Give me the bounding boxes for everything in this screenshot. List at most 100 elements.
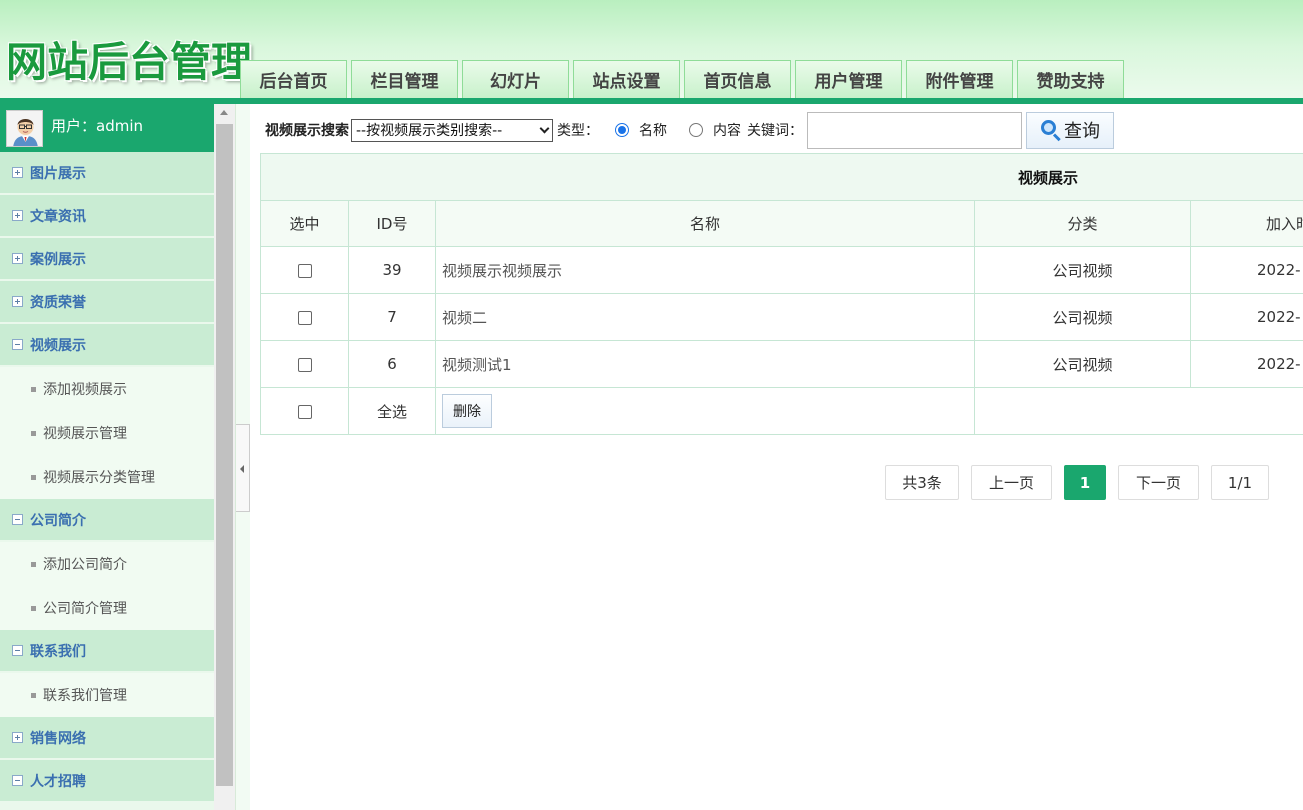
table-row: 6 视频测试1 公司视频 2022- — [260, 340, 1303, 388]
menu-group-honors[interactable]: 资质荣誉 — [0, 281, 214, 324]
row-name[interactable]: 视频二 — [435, 293, 975, 341]
menu-group-sales[interactable]: 销售网络 — [0, 717, 214, 760]
topnav-item-columns[interactable]: 栏目管理 — [351, 60, 458, 98]
topnav-item-attachments[interactable]: 附件管理 — [906, 60, 1013, 98]
menu-item-label: 视频展示管理 — [43, 426, 127, 442]
menu-item-video-category[interactable]: 视频展示分类管理 — [0, 455, 214, 499]
scroll-up-arrow-icon[interactable] — [220, 110, 228, 115]
menu-group-contact[interactable]: 联系我们 — [0, 630, 214, 673]
bullet-icon — [31, 692, 36, 698]
row-date: 2022- — [1189, 246, 1303, 294]
menu-group-label: 联系我们 — [30, 643, 86, 660]
table-action-row: 全选 删除 — [260, 387, 1303, 435]
menu-group-label: 销售网络 — [30, 730, 86, 747]
expand-icon — [12, 732, 23, 743]
menu-item-label: 添加视频展示 — [43, 382, 127, 398]
scrollbar-thumb[interactable] — [216, 124, 233, 786]
search-title: 视频展示搜索 — [265, 123, 349, 139]
category-select-value: --按视频展示类别搜索-- — [356, 123, 503, 139]
row-category: 公司视频 — [974, 340, 1191, 388]
menu-group-articles[interactable]: 文章资讯 — [0, 195, 214, 238]
search-button[interactable]: 查询 — [1026, 111, 1114, 149]
menu-group-label: 视频展示 — [30, 337, 86, 354]
topnav-item-slides[interactable]: 幻灯片 — [462, 60, 569, 98]
expand-icon — [12, 167, 23, 178]
menu-group-label: 文章资讯 — [30, 208, 86, 225]
menu-item-company-manage[interactable]: 公司简介管理 — [0, 586, 214, 630]
menu-group-label: 资质荣誉 — [30, 294, 86, 311]
menu-item-add-company[interactable]: 添加公司简介 — [0, 542, 214, 586]
user-label: 用户：admin — [51, 116, 143, 135]
row-select-cell — [260, 246, 349, 294]
row-name[interactable]: 视频测试1 — [435, 340, 975, 388]
menu-item-label: 视频展示分类管理 — [43, 470, 155, 486]
type-label: 类型： — [557, 123, 599, 139]
radio-name-label: 名称 — [639, 123, 667, 139]
pager-prev-button[interactable]: 上一页 — [971, 465, 1052, 500]
menu-group-company[interactable]: 公司简介 — [0, 499, 214, 542]
row-date: 2022- — [1189, 293, 1303, 341]
select-all-cell — [260, 387, 349, 435]
menu-item-label: 联系我们管理 — [43, 688, 127, 704]
radio-content[interactable] — [689, 123, 703, 137]
topnav-item-home[interactable]: 后台首页 — [240, 60, 347, 98]
search-icon — [1040, 119, 1062, 142]
menu-item-video-manage[interactable]: 视频展示管理 — [0, 411, 214, 455]
bullet-icon — [31, 561, 36, 567]
user-avatar-icon — [7, 110, 42, 146]
header: 网站后台管理 后台首页 栏目管理 幻灯片 站点设置 首页信息 用户管理 附件管理… — [0, 0, 1303, 104]
chevron-down-icon — [539, 123, 550, 133]
category-select[interactable]: --按视频展示类别搜索-- — [351, 118, 553, 142]
row-checkbox[interactable] — [297, 263, 312, 278]
menu-group-label: 公司简介 — [30, 512, 86, 529]
video-table: 视频展示 选中 ID号 名称 分类 加入时 39 视频展示视频展示 公司视频 2… — [259, 153, 1303, 435]
keyword-input[interactable] — [807, 111, 1022, 149]
keyword-label: 关键词： — [747, 123, 803, 139]
menu-group-cases[interactable]: 案例展示 — [0, 238, 214, 281]
row-category: 公司视频 — [974, 293, 1191, 341]
bullet-icon — [31, 474, 36, 480]
menu-group-label: 人才招聘 — [30, 773, 86, 790]
row-id: 39 — [348, 246, 436, 294]
topnav-item-sponsor[interactable]: 赞助支持 — [1017, 60, 1124, 98]
menu-group-jobs[interactable]: 人才招聘 — [0, 760, 214, 803]
row-name[interactable]: 视频展示视频展示 — [435, 246, 975, 294]
pager-next-button[interactable]: 下一页 — [1118, 465, 1199, 500]
collapse-icon — [12, 775, 23, 786]
pager-page-count: 1/1 — [1211, 465, 1269, 500]
empty-cell — [973, 387, 1303, 435]
row-id: 7 — [348, 293, 436, 341]
row-checkbox[interactable] — [297, 357, 312, 372]
menu-group-videos[interactable]: 视频展示 — [0, 324, 214, 367]
delete-button[interactable]: 删除 — [442, 394, 492, 428]
arrow-left-icon — [240, 465, 244, 473]
row-date: 2022- — [1189, 340, 1303, 388]
row-checkbox[interactable] — [297, 310, 312, 325]
avatar — [6, 109, 43, 147]
topnav-item-site-settings[interactable]: 站点设置 — [573, 60, 680, 98]
user-bar: 用户：admin — [0, 104, 214, 152]
collapse-icon — [12, 339, 23, 350]
bullet-icon — [31, 605, 36, 611]
radio-name[interactable] — [615, 123, 629, 137]
bullet-icon — [31, 386, 36, 392]
menu-item-contact-manage[interactable]: 联系我们管理 — [0, 673, 214, 717]
main-content: 视频展示搜索 --按视频展示类别搜索-- 类型： 名称 内容 关键词： 查询 视… — [250, 104, 1303, 810]
collapse-sidebar-handle[interactable] — [236, 424, 250, 512]
search-bar: 视频展示搜索 --按视频展示类别搜索-- 类型： 名称 内容 关键词： 查询 — [265, 110, 1114, 150]
pager-total: 共3条 — [885, 465, 959, 500]
table-caption: 视频展示 — [259, 153, 1303, 201]
topnav-item-home-info[interactable]: 首页信息 — [684, 60, 791, 98]
menu-group-images[interactable]: 图片展示 — [0, 152, 214, 195]
row-select-cell — [260, 293, 349, 341]
topnav-item-users[interactable]: 用户管理 — [795, 60, 902, 98]
select-all-checkbox[interactable] — [297, 404, 312, 419]
radio-content-label: 内容 — [713, 123, 741, 139]
sidebar-scrollbar[interactable] — [214, 104, 235, 810]
table-row: 39 视频展示视频展示 公司视频 2022- — [260, 246, 1303, 294]
pager-current-page[interactable]: 1 — [1064, 465, 1106, 500]
menu-item-add-video[interactable]: 添加视频展示 — [0, 367, 214, 411]
table-header-row: 选中 ID号 名称 分类 加入时 — [260, 200, 1303, 247]
action-cell: 删除 — [435, 387, 975, 435]
table-caption-row: 视频展示 — [259, 153, 1303, 201]
